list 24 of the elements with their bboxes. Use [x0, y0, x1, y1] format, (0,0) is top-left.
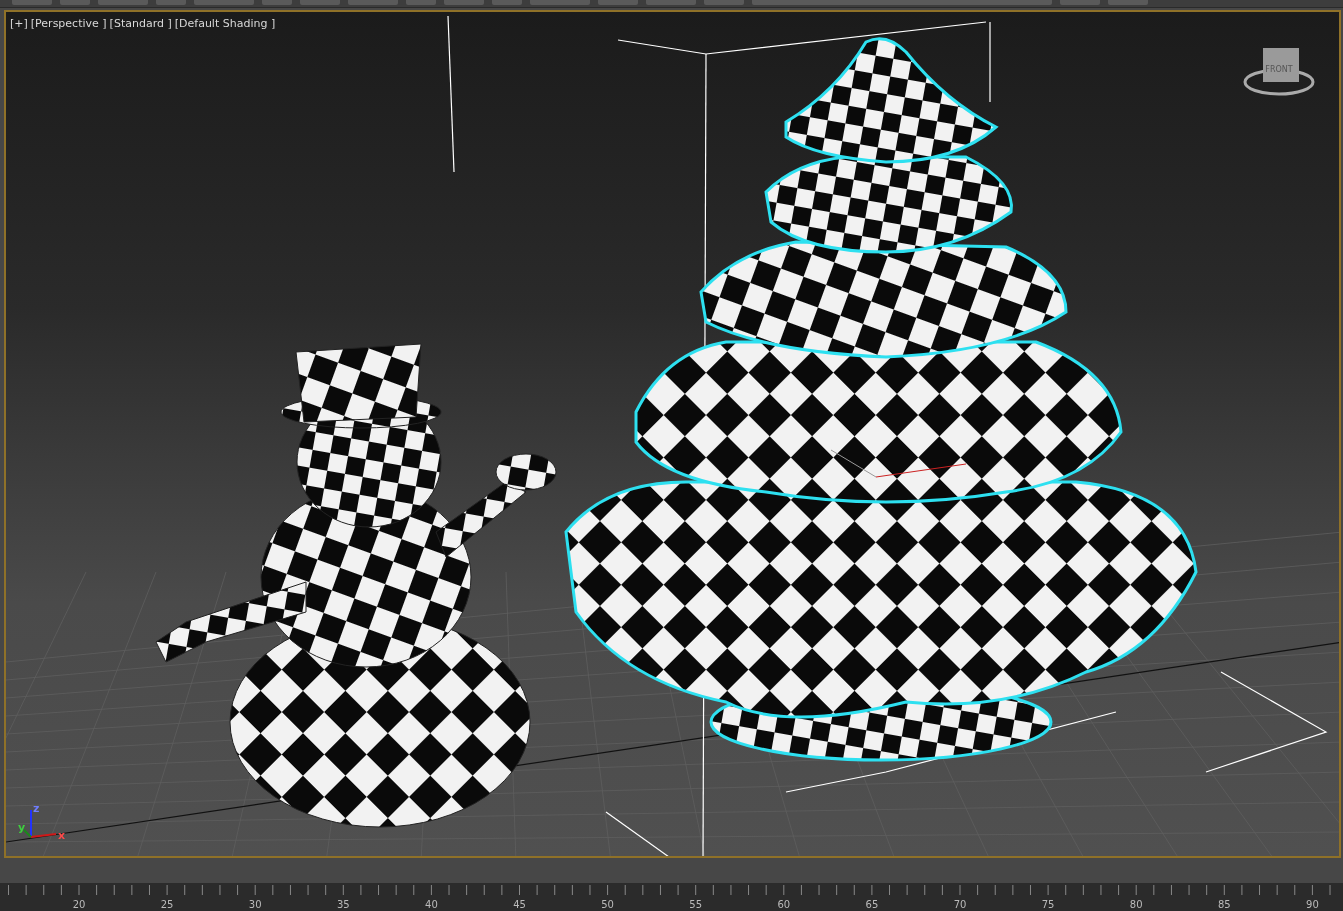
frame-number: 30: [248, 899, 262, 911]
frame-number: 80: [1129, 899, 1143, 911]
frame-number: 35: [336, 899, 350, 911]
frame-number: 55: [689, 899, 703, 911]
perspective-viewport[interactable]: [+] [Perspective ] [Standard ] [Default Shading ] FRONT z y x: [4, 10, 1341, 859]
frame-number: 25: [160, 899, 174, 911]
viewport-label[interactable]: [+]: [10, 17, 28, 30]
frame-number: 65: [865, 899, 879, 911]
viewport-label[interactable]: [Perspective ]: [30, 17, 107, 30]
axis-label: z: [33, 802, 40, 815]
frame-number: 50: [601, 899, 614, 911]
axis-label: y: [18, 821, 26, 834]
frame-number: 45: [513, 899, 526, 911]
frame-number: 75: [1041, 899, 1055, 911]
viewport-label[interactable]: [Standard ]: [109, 17, 172, 30]
frame-number: 70: [953, 899, 967, 911]
frame-number: 85: [1217, 899, 1231, 911]
frame-number: 60: [777, 899, 791, 911]
frame-number: 90: [1306, 899, 1319, 911]
frame-number: 20: [72, 899, 86, 911]
frame-number: 40: [425, 899, 438, 911]
timeline-ruler[interactable]: 20 25 30 35 40 45 50 55 60 65 70 75 80 85 90: [0, 883, 1343, 911]
axis-label: x: [58, 829, 66, 842]
viewport-label[interactable]: [Default Shading ]: [174, 17, 276, 30]
